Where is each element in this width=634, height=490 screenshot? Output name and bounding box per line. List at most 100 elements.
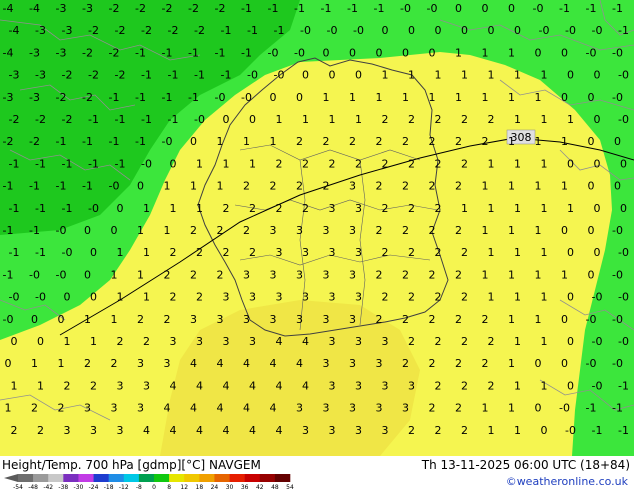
temperature-value: 4 xyxy=(276,424,283,437)
temperature-value: 2 xyxy=(376,313,383,326)
temperature-value: 1 xyxy=(276,113,283,126)
temperature-value: 1 xyxy=(508,180,515,193)
temperature-value: 1 xyxy=(535,180,542,193)
temperature-value: 3 xyxy=(296,268,303,281)
temperature-value: -1 xyxy=(9,246,20,259)
temperature-value: -1 xyxy=(56,135,67,148)
temperature-value: 1 xyxy=(270,135,277,148)
temperature-value: 2 xyxy=(455,357,462,370)
map-title: Height/Temp. 700 hPa [gdmp][°C] NAVGEM xyxy=(2,458,261,472)
temperature-value: 2 xyxy=(482,135,489,148)
temperature-value: 1 xyxy=(482,402,489,415)
temperature-value: 3 xyxy=(64,424,71,437)
temperature-value: 2 xyxy=(461,157,468,170)
temperature-value: 2 xyxy=(488,335,495,348)
temperature-value: 1 xyxy=(117,246,124,259)
temperature-value: 0 xyxy=(11,335,18,348)
temperature-value: 2 xyxy=(223,246,230,259)
temperature-value: 4 xyxy=(243,357,250,370)
credit-link[interactable]: ©weatheronline.co.uk xyxy=(506,475,628,489)
temperature-value: 1 xyxy=(488,202,495,215)
temperature-value: 4 xyxy=(190,402,197,415)
temperature-value: 3 xyxy=(84,402,91,415)
temperature-value: 0 xyxy=(594,113,601,126)
temperature-value: 1 xyxy=(514,157,521,170)
temperature-value: 2 xyxy=(58,402,65,415)
temperature-value: -0 xyxy=(353,24,364,37)
temperature-value: 2 xyxy=(461,424,468,437)
temperature-value: 2 xyxy=(249,202,256,215)
temperature-value: -0 xyxy=(618,335,629,348)
temperature-value: 1 xyxy=(561,268,568,281)
temperature-value: -1 xyxy=(188,91,199,104)
temperature-value: -1 xyxy=(162,91,173,104)
temperature-value: 2 xyxy=(435,246,442,259)
temperature-value: 2 xyxy=(217,224,224,237)
temperature-value: -1 xyxy=(88,157,99,170)
temperature-value: -0 xyxy=(274,69,285,82)
temperature-value: 2 xyxy=(223,202,230,215)
color-scale-arrow xyxy=(4,474,18,482)
temperature-value: 1 xyxy=(541,379,548,392)
temperature-value: 0 xyxy=(588,268,595,281)
temperature-value: 3 xyxy=(355,379,362,392)
temperature-value: 1 xyxy=(249,157,256,170)
temperature-value: -0 xyxy=(565,24,576,37)
temperature-value: 2 xyxy=(402,135,409,148)
temperature-value: -0 xyxy=(618,113,629,126)
temperature-value: -1 xyxy=(29,224,40,237)
temperature-value: 2 xyxy=(435,157,442,170)
temperature-value: 1 xyxy=(323,91,330,104)
temperature-value: -2 xyxy=(29,135,40,148)
temperature-value: 0 xyxy=(302,69,309,82)
temperature-value: 2 xyxy=(243,180,250,193)
temperature-value: 0 xyxy=(170,157,177,170)
temperature-value: 0 xyxy=(561,313,568,326)
temperature-value: 1 xyxy=(455,91,462,104)
temperature-value: -2 xyxy=(168,24,179,37)
temperature-value: -1 xyxy=(241,46,252,59)
temperature-value: 3 xyxy=(249,335,256,348)
temperature-value: 2 xyxy=(31,402,38,415)
temperature-value: 2 xyxy=(402,313,409,326)
temperature-value: 0 xyxy=(614,135,621,148)
temperature-value: 4 xyxy=(270,402,277,415)
color-scale-swatch xyxy=(33,474,49,482)
temperature-value: 1 xyxy=(429,91,436,104)
temperature-value: -2 xyxy=(9,113,20,126)
temperature-value: 0 xyxy=(455,2,462,15)
map-footer: Height/Temp. 700 hPa [gdmp][°C] NAVGEM T… xyxy=(0,456,634,490)
temperature-value: -2 xyxy=(115,24,126,37)
temperature-value: -0 xyxy=(141,157,152,170)
temperature-value: -1 xyxy=(109,91,120,104)
temperature-value: -0 xyxy=(612,357,623,370)
color-scale-swatch xyxy=(214,474,230,482)
temperature-value: 0 xyxy=(37,335,44,348)
temperature-value: 3 xyxy=(117,379,124,392)
color-scale-tick: -48 xyxy=(28,484,38,490)
temperature-value: 0 xyxy=(270,91,277,104)
temperature-value: 0 xyxy=(90,246,97,259)
temperature-value: -2 xyxy=(188,2,199,15)
temperature-value: -1 xyxy=(321,2,332,15)
temperature-value: -0 xyxy=(241,91,252,104)
color-scale-swatch xyxy=(199,474,215,482)
temperature-value: 1 xyxy=(143,202,150,215)
temperature-value: 0 xyxy=(535,402,542,415)
temperature-value: 2 xyxy=(429,357,436,370)
color-scale-swatch xyxy=(63,474,79,482)
temperature-value: -1 xyxy=(618,379,629,392)
temperature-value: 2 xyxy=(461,335,468,348)
temperature-value: 3 xyxy=(137,402,144,415)
temperature-value: 2 xyxy=(408,246,415,259)
temperature-value: 3 xyxy=(143,379,150,392)
temperature-value: -0 xyxy=(592,379,603,392)
temperature-value: 2 xyxy=(249,246,256,259)
temperature-value: 0 xyxy=(620,202,627,215)
temperature-value: 1 xyxy=(164,180,171,193)
color-scale-tick: -8 xyxy=(136,484,142,490)
temperature-value: 2 xyxy=(349,135,356,148)
temperature-value: 2 xyxy=(170,246,177,259)
temperature-value: 0 xyxy=(58,313,65,326)
temperature-value: 2 xyxy=(455,313,462,326)
